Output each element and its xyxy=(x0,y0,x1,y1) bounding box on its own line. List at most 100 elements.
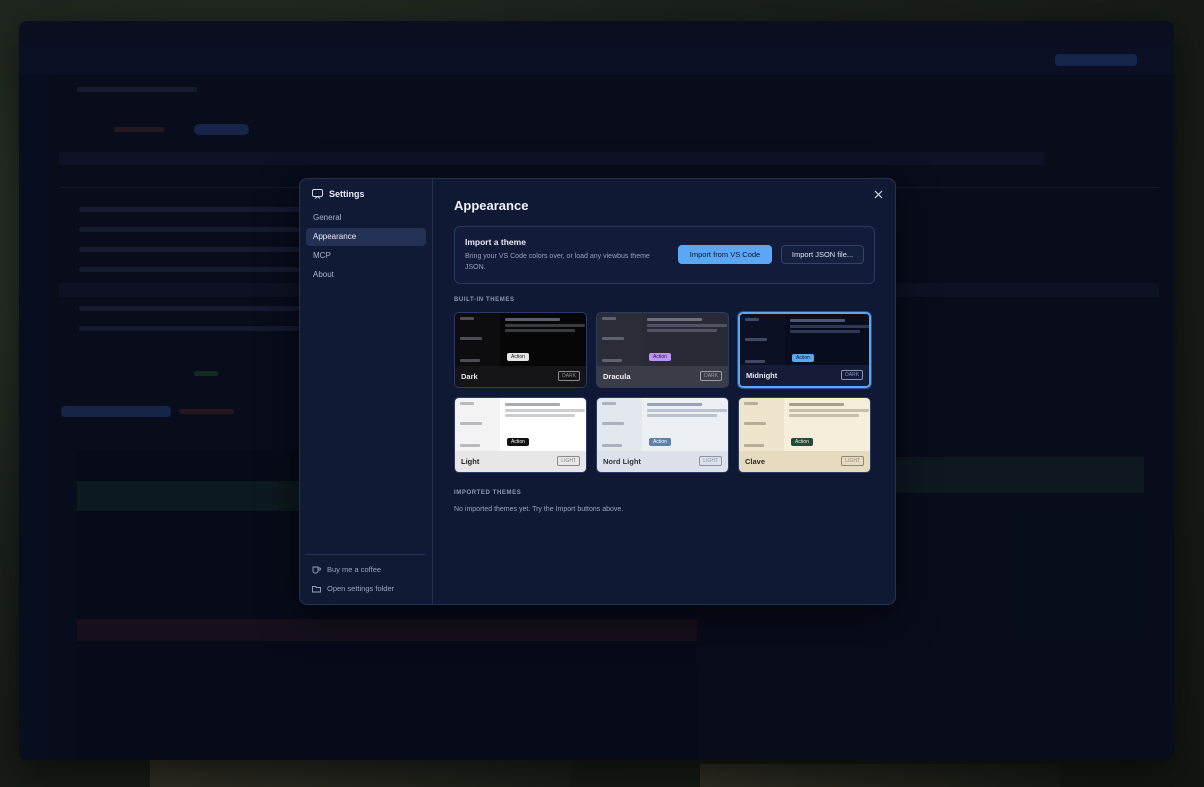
open-settings-folder-link[interactable]: Open settings folder xyxy=(312,584,394,593)
import-json-button[interactable]: Import JSON file... xyxy=(781,245,864,264)
theme-preview-main: Action xyxy=(642,313,728,369)
theme-name: Dracula xyxy=(603,372,631,381)
theme-preview-sidebar xyxy=(739,398,784,454)
theme-name: Midnight xyxy=(746,371,778,380)
preview-line xyxy=(745,338,767,341)
import-vscode-button[interactable]: Import from VS Code xyxy=(678,245,772,264)
theme-preview-sidebar xyxy=(455,398,500,454)
wallpaper-plank xyxy=(700,764,1060,787)
theme-card-midnight[interactable]: Action Midnight DARK xyxy=(738,312,871,388)
preview-line xyxy=(647,329,717,332)
preview-line xyxy=(790,319,845,322)
preview-line xyxy=(602,444,622,447)
theme-preview-main: Action xyxy=(500,398,586,454)
preview-line xyxy=(744,422,766,425)
theme-card-light[interactable]: Action Light LIGHT xyxy=(454,397,587,473)
preview-line xyxy=(744,402,758,405)
preview-line xyxy=(745,360,765,363)
theme-card-footer: Nord Light LIGHT xyxy=(597,451,728,472)
imported-themes-label: IMPORTED THEMES xyxy=(454,490,522,496)
theme-card-nord-light[interactable]: Action Nord Light LIGHT xyxy=(596,397,729,473)
folder-icon xyxy=(312,585,321,592)
theme-card-dark[interactable]: Action Dark DARK xyxy=(454,312,587,388)
theme-card-footer: Clave LIGHT xyxy=(739,451,870,472)
theme-mode-badge: LIGHT xyxy=(557,456,580,466)
preview-line xyxy=(602,359,622,362)
theme-card-dracula[interactable]: Action Dracula DARK xyxy=(596,312,729,388)
theme-preview-action-button: Action xyxy=(792,354,814,362)
preview-line xyxy=(460,317,474,320)
preview-line xyxy=(602,337,624,340)
import-theme-card: Import a theme Bring your VS Code colors… xyxy=(454,226,875,284)
theme-mode-badge: LIGHT xyxy=(699,456,722,466)
theme-mode-badge: DARK xyxy=(700,371,722,381)
theme-card-footer: Light LIGHT xyxy=(455,451,586,472)
nav-about[interactable]: About xyxy=(306,266,426,284)
theme-preview-action-button: Action xyxy=(649,353,671,361)
theme-card-footer: Dark DARK xyxy=(455,366,586,387)
preview-line xyxy=(505,409,585,412)
theme-mode-badge: LIGHT xyxy=(841,456,864,466)
import-description: Bring your VS Code colors over, or load … xyxy=(465,253,650,271)
nav-divider xyxy=(306,554,426,555)
preview-line xyxy=(460,359,480,362)
theme-preview-action-button: Action xyxy=(507,353,529,361)
theme-mode-badge: DARK xyxy=(558,371,580,381)
theme-preview-main: Action xyxy=(500,313,586,369)
preview-line xyxy=(647,318,702,321)
theme-mode-badge: DARK xyxy=(841,370,863,380)
theme-preview-action-button: Action xyxy=(649,438,671,446)
preview-line xyxy=(647,324,727,327)
theme-preview-action-button: Action xyxy=(791,438,813,446)
theme-preview-main: Action xyxy=(785,314,869,370)
preview-line xyxy=(647,409,727,412)
preview-line xyxy=(505,324,585,327)
theme-preview-sidebar xyxy=(597,398,642,454)
preview-line xyxy=(505,329,575,332)
theme-name: Nord Light xyxy=(603,457,641,466)
preview-line xyxy=(460,337,482,340)
close-button[interactable] xyxy=(871,189,885,203)
appearance-panel: Appearance Import a theme Bring your VS … xyxy=(433,179,895,604)
page-title: Appearance xyxy=(454,198,529,213)
open-folder-label: Open settings folder xyxy=(327,584,395,593)
import-title: Import a theme xyxy=(465,237,526,247)
theme-card-footer: Dracula DARK xyxy=(597,366,728,387)
settings-modal: Settings General Appearance MCP About Bu… xyxy=(299,178,896,605)
preview-line xyxy=(789,409,869,412)
preview-line xyxy=(505,414,575,417)
theme-card-clave[interactable]: Action Clave LIGHT xyxy=(738,397,871,473)
theme-card-footer: Midnight DARK xyxy=(740,365,869,386)
preview-line xyxy=(790,325,869,328)
theme-preview-sidebar xyxy=(455,313,500,369)
preview-line xyxy=(460,444,480,447)
theme-name: Clave xyxy=(745,457,766,466)
no-imported-message: No imported themes yet. Try the Import b… xyxy=(454,506,624,513)
theme-preview-main: Action xyxy=(642,398,728,454)
preview-line xyxy=(790,330,860,333)
nav-appearance[interactable]: Appearance xyxy=(306,228,426,246)
preview-line xyxy=(460,402,474,405)
buy-coffee-link[interactable]: Buy me a coffee xyxy=(312,565,381,574)
preview-line xyxy=(602,422,624,425)
coffee-cup-icon xyxy=(312,566,321,573)
settings-title: Settings xyxy=(329,189,365,199)
settings-sidebar: Settings General Appearance MCP About Bu… xyxy=(300,179,433,604)
theme-preview-main: Action xyxy=(784,398,870,454)
preview-line xyxy=(789,403,844,406)
preview-line xyxy=(602,402,616,405)
preview-line xyxy=(647,414,717,417)
close-icon xyxy=(874,190,882,199)
buy-coffee-label: Buy me a coffee xyxy=(327,565,382,574)
wallpaper-plank xyxy=(150,760,570,787)
preview-line xyxy=(647,403,702,406)
preview-line xyxy=(505,403,560,406)
theme-preview-sidebar xyxy=(597,313,642,369)
theme-preview-sidebar xyxy=(740,314,785,370)
preview-line xyxy=(744,444,764,447)
preview-line xyxy=(460,422,482,425)
nav-general[interactable]: General xyxy=(306,209,426,227)
theme-preview-action-button: Action xyxy=(507,438,529,446)
nav-mcp[interactable]: MCP xyxy=(306,247,426,265)
preview-line xyxy=(745,318,759,321)
